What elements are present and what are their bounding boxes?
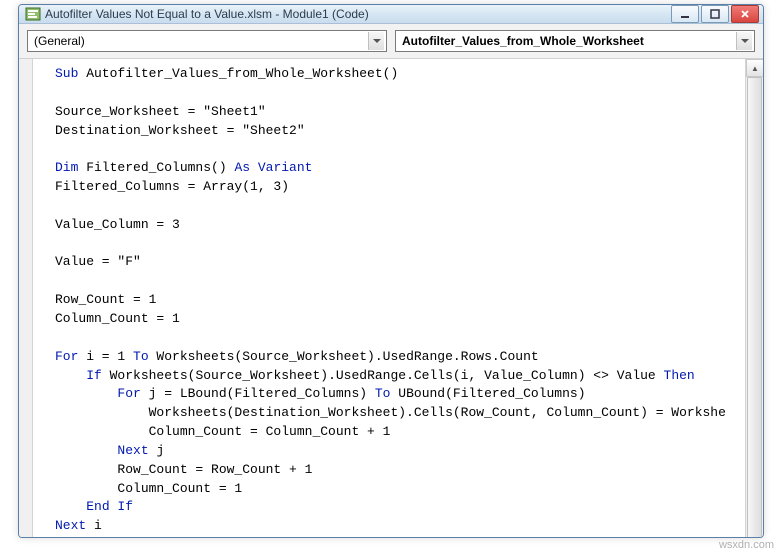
vba-code-window: Autofilter Values Not Equal to a Value.x…	[18, 4, 764, 538]
close-button[interactable]	[731, 5, 759, 23]
scroll-thumb-v[interactable]	[747, 77, 762, 538]
chevron-down-icon	[736, 32, 752, 50]
vertical-scrollbar[interactable]: ▲ ▼	[745, 59, 763, 538]
scroll-up-button[interactable]: ▲	[746, 59, 764, 77]
code-editor[interactable]: Sub Autofilter_Values_from_Whole_Workshe…	[19, 59, 763, 538]
maximize-button[interactable]	[701, 5, 729, 23]
vba-module-icon	[25, 6, 41, 22]
window-title: Autofilter Values Not Equal to a Value.x…	[45, 7, 671, 21]
code-text[interactable]: Sub Autofilter_Values_from_Whole_Workshe…	[19, 59, 763, 538]
scroll-track-v[interactable]	[746, 77, 763, 538]
watermark: wsxdn.com	[719, 539, 774, 551]
procedure-dropdown[interactable]: Autofilter_Values_from_Whole_Worksheet	[395, 30, 755, 52]
procedure-dropdown-value: Autofilter_Values_from_Whole_Worksheet	[402, 34, 644, 48]
dropdown-bar: (General) Autofilter_Values_from_Whole_W…	[19, 24, 763, 59]
object-dropdown[interactable]: (General)	[27, 30, 387, 52]
object-dropdown-value: (General)	[34, 34, 85, 48]
titlebar[interactable]: Autofilter Values Not Equal to a Value.x…	[19, 5, 763, 24]
chevron-down-icon	[368, 32, 384, 50]
window-controls	[671, 5, 759, 23]
minimize-button[interactable]	[671, 5, 699, 23]
